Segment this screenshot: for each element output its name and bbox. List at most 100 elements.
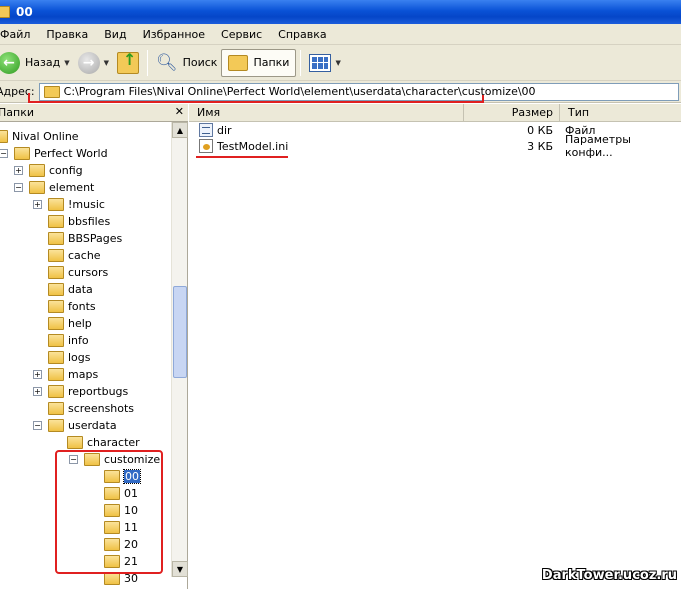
tree-item[interactable]: Nival Online (0, 128, 79, 145)
toolbar-separator (147, 49, 148, 76)
tree-item-label: config (49, 164, 83, 177)
scroll-thumb[interactable] (173, 286, 187, 378)
toolbar-separator (300, 49, 302, 76)
scroll-down-icon[interactable]: ▼ (172, 561, 188, 577)
menu-edit[interactable]: Правка (38, 28, 96, 41)
window-title: 00 (16, 5, 33, 19)
folder-icon (48, 232, 64, 245)
file-type: Параметры конфи... (565, 133, 631, 159)
expand-icon[interactable]: + (33, 200, 42, 209)
folder-icon (48, 385, 64, 398)
forward-button[interactable]: → ▼ (74, 48, 113, 78)
folder-icon (48, 283, 64, 296)
back-button[interactable]: ← Назад ▼ (0, 48, 74, 78)
expand-icon[interactable]: + (14, 166, 23, 175)
tree-item-label: data (68, 283, 93, 296)
menu-help[interactable]: Справка (270, 28, 334, 41)
tree-item[interactable]: + !music (33, 196, 105, 213)
tree-item-label: cache (68, 249, 101, 262)
table-row[interactable]: TestModel.ini 3 КБ Параметры конфи... (189, 133, 681, 159)
tree-item-label: !music (68, 198, 105, 211)
tree-item-label: fonts (68, 300, 96, 313)
folder-icon (48, 266, 64, 279)
collapse-icon[interactable]: − (0, 149, 8, 158)
search-icon: 🔍︎ (156, 52, 178, 73)
forward-arrow-icon: → (77, 51, 100, 74)
expand-icon[interactable]: + (33, 387, 42, 396)
tree-item-label: cursors (68, 266, 109, 279)
close-icon[interactable]: ✕ (175, 105, 184, 118)
expand-icon[interactable]: + (33, 370, 42, 379)
tree-item-label: BBSPages (68, 232, 123, 245)
folder-icon (0, 130, 8, 143)
tree-item[interactable]: − Perfect World (0, 145, 108, 162)
annotation-underline (28, 101, 484, 103)
tree-item[interactable]: + reportbugs (33, 383, 128, 400)
folder-icon (67, 436, 83, 449)
watermark: DarkTower.ucoz.ru (541, 568, 677, 583)
folders-label: Папки (253, 56, 290, 69)
tree-item[interactable]: help (48, 315, 92, 332)
tree-item[interactable]: cache (48, 247, 101, 264)
folder-icon (14, 147, 30, 160)
file-size: 3 КБ (527, 139, 553, 153)
dropdown-arrow-icon[interactable]: ▼ (64, 59, 69, 67)
tree-item-label: reportbugs (68, 385, 129, 398)
views-button[interactable]: ▼ (305, 48, 344, 78)
tree-item[interactable]: info (48, 332, 89, 349)
tree-item-label: screenshots (68, 402, 135, 415)
tree-item-label: bbsfiles (68, 215, 111, 228)
tree-item[interactable]: fonts (48, 298, 96, 315)
collapse-icon[interactable]: − (14, 183, 23, 192)
folder-icon (48, 300, 64, 313)
tree-item[interactable]: − userdata (33, 417, 117, 434)
tree-item[interactable]: data (48, 281, 93, 298)
search-button[interactable]: 🔍︎ Поиск (152, 48, 221, 78)
folder-icon (228, 54, 249, 71)
tree-item-label: logs (68, 351, 91, 364)
annotation-mark (28, 93, 30, 102)
toolbar: ← Назад ▼ → ▼ 🔍︎ Поиск Папки ▼ (0, 45, 681, 81)
tree-item[interactable]: screenshots (48, 400, 134, 417)
up-button[interactable] (113, 48, 143, 78)
vertical-scrollbar[interactable]: ▲ ▼ (171, 122, 188, 577)
column-header-size[interactable]: Размер (464, 104, 560, 122)
title-bar: 00 (0, 0, 681, 24)
scroll-up-icon[interactable]: ▲ (172, 122, 188, 138)
tree-item[interactable]: + maps (33, 366, 98, 383)
annotation-underline (196, 156, 288, 158)
column-header-name[interactable]: Имя (189, 104, 464, 122)
tree-item[interactable]: character (67, 434, 140, 451)
tree-item-label: element (49, 181, 95, 194)
ini-file-icon (199, 139, 213, 153)
dropdown-arrow-icon[interactable]: ▼ (104, 59, 109, 67)
folder-icon (48, 249, 64, 262)
address-value: C:\Program Files\Nival Online\Perfect Wo… (63, 85, 536, 98)
folder-icon (0, 6, 10, 18)
tree-item-label: help (68, 317, 92, 330)
menu-bar: Файл Правка Вид Избранное Сервис Справка (0, 24, 681, 45)
tree-item[interactable]: bbsfiles (48, 213, 110, 230)
back-arrow-icon: ← (0, 51, 20, 74)
file-list: Имя Размер Тип dir 0 КБ Файл TestModel.i… (189, 104, 681, 589)
address-input[interactable]: C:\Program Files\Nival Online\Perfect Wo… (38, 82, 679, 101)
tree-item[interactable]: − element (14, 179, 94, 196)
tree-item[interactable]: BBSPages (48, 230, 122, 247)
menu-favorites[interactable]: Избранное (135, 28, 213, 41)
menu-view[interactable]: Вид (96, 28, 134, 41)
annotation-box (55, 450, 163, 574)
file-name: dir (217, 123, 232, 137)
address-bar: Адрес: C:\Program Files\Nival Online\Per… (0, 81, 681, 103)
collapse-icon[interactable]: − (33, 421, 42, 430)
tree-item[interactable]: cursors (48, 264, 108, 281)
folders-button[interactable]: Папки (221, 48, 297, 77)
annotation-mark (482, 95, 484, 102)
folder-icon (48, 215, 64, 228)
menu-file[interactable]: Файл (0, 28, 38, 41)
dropdown-arrow-icon[interactable]: ▼ (335, 59, 340, 67)
tree-item-label: maps (68, 368, 99, 381)
column-header-type[interactable]: Тип (560, 104, 681, 122)
menu-tools[interactable]: Сервис (213, 28, 270, 41)
tree-item[interactable]: logs (48, 349, 91, 366)
tree-item[interactable]: + config (14, 162, 83, 179)
